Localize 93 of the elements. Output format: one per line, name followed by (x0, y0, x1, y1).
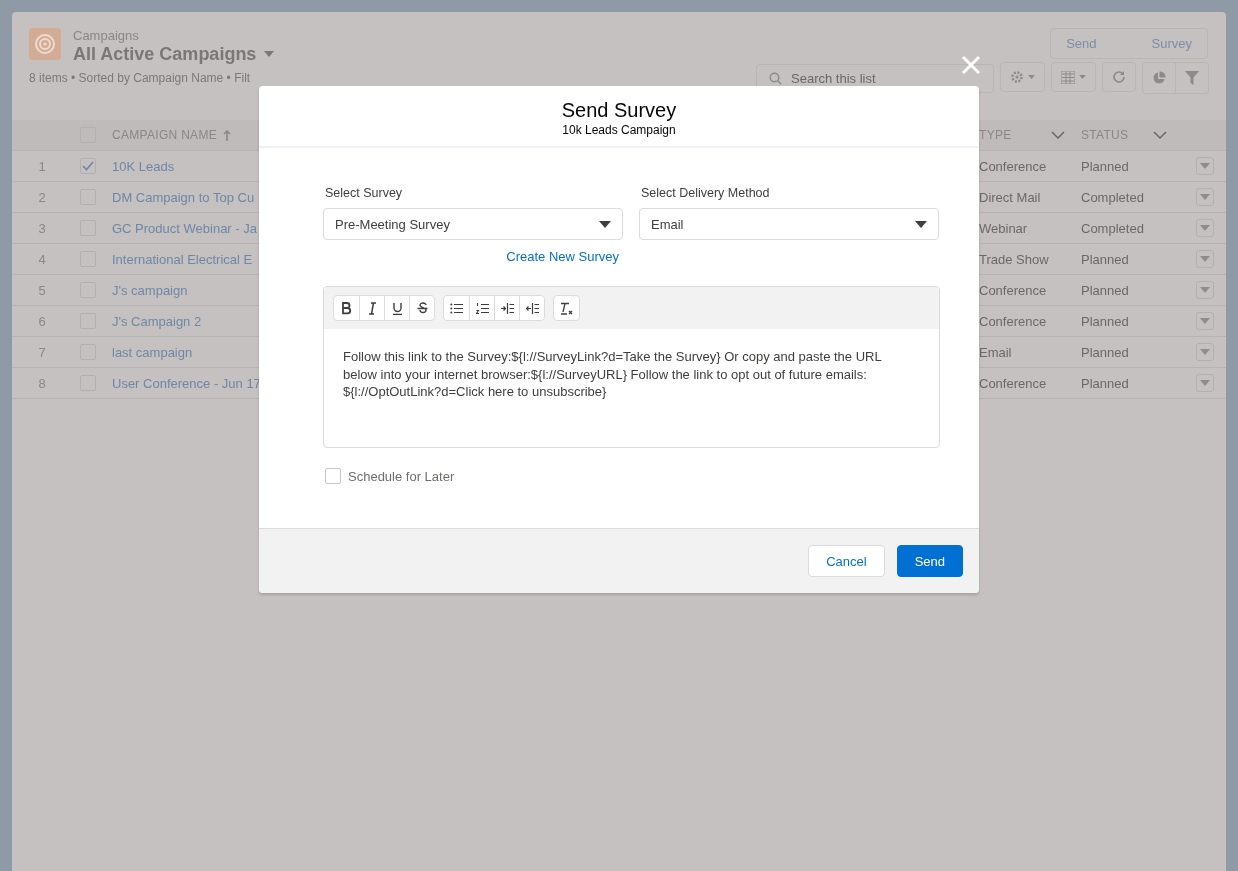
caret-icon (1200, 349, 1210, 355)
caret-icon (264, 51, 275, 57)
caret-icon (1200, 225, 1210, 231)
caret-icon (1200, 380, 1210, 386)
table-cell-text: Conference (979, 282, 1048, 298)
checkmark-icon (82, 161, 94, 171)
caret-icon (1200, 287, 1210, 293)
row-number: 8 (37, 375, 47, 391)
modal-subtitle: 10k Leads Campaign (562, 123, 676, 137)
bulleted-list-icon (450, 301, 463, 315)
cancel-button[interactable]: Cancel (808, 545, 885, 577)
table-cell-text: Conference (979, 375, 1048, 391)
field-label: Select Survey (324, 186, 404, 200)
table-cell-text: Direct Mail (979, 189, 1042, 205)
refresh-button[interactable] (1102, 62, 1136, 92)
table-cell-text: Conference (979, 313, 1048, 329)
table-cell-text: Planned (1081, 375, 1130, 391)
campaign-link[interactable]: J's campaign (112, 282, 188, 298)
chevron-icon[interactable] (1153, 131, 1167, 139)
row-number: 3 (37, 220, 47, 236)
row-number: 7 (37, 344, 47, 360)
row-number: 2 (37, 189, 47, 205)
campaign-link[interactable]: last campaign (112, 344, 193, 360)
sort-arrow-icon (223, 129, 232, 141)
list-view-picker[interactable]: All Active Campaigns (73, 43, 1039, 65)
modal-title: Send Survey (561, 98, 677, 123)
object-label: Campaigns (73, 28, 140, 43)
campaign-link[interactable]: 10K Leads (112, 158, 175, 174)
table-cell-text: Completed (1081, 220, 1145, 236)
numbered-list-icon (475, 301, 489, 315)
settings-icon (1010, 70, 1024, 84)
table-cell-text: Planned (1081, 158, 1130, 174)
row-number: 4 (37, 251, 47, 267)
row-menu-button[interactable] (1196, 219, 1214, 237)
outdent-icon (525, 301, 539, 315)
caret-icon (1200, 318, 1210, 324)
bold-icon (340, 301, 353, 315)
table-cell-text: Planned (1081, 344, 1130, 360)
table-cell-text: Planned (1081, 251, 1130, 267)
create-survey-link[interactable]: Create New Survey (506, 249, 619, 264)
display-as-table-button[interactable] (1051, 62, 1096, 92)
row-number: 5 (37, 282, 47, 298)
send-button[interactable]: Send (896, 545, 963, 577)
row-menu-button[interactable] (1196, 343, 1214, 361)
table-cell-text: Email (979, 344, 1013, 360)
campaign-link[interactable]: GC Product Webinar - Ja (112, 220, 257, 236)
select-field[interactable]: Pre-Meeting Survey (323, 208, 623, 240)
campaign-link[interactable]: International Electrical E (112, 251, 253, 267)
action-button[interactable]: Survey (1136, 29, 1207, 58)
table-cell-text: Completed (1081, 189, 1145, 205)
row-number: 1 (37, 158, 47, 174)
row-menu-button[interactable] (1196, 188, 1214, 206)
indent-icon (500, 301, 514, 315)
field-label: Select Delivery Method (640, 186, 771, 200)
search-icon (769, 71, 782, 85)
table-cell-text: Planned (1081, 282, 1130, 298)
rich-text-editor[interactable]: Follow this link to the Survey:${l://SurveyLink?d=Take the Survey} Or copy and paste the URL below into your internet browser:${l://SurveyURL} Follow the link to opt out of future emails: ${l://OptOutLink?d=Click here to unsubscribe} (323, 286, 940, 448)
campaign-link[interactable]: DM Campaign to Top Cu (112, 189, 255, 205)
caret-icon (599, 220, 611, 228)
refresh-icon (1112, 70, 1126, 84)
row-menu-button[interactable] (1196, 374, 1214, 392)
table-cell-text: Planned (1081, 313, 1130, 329)
checkbox[interactable] (325, 468, 341, 484)
pie-chart-icon (1152, 71, 1166, 85)
table-cell-text: Trade Show (979, 251, 1050, 267)
strikethrough-icon (415, 301, 429, 315)
caret-icon (915, 220, 927, 228)
row-number: 6 (37, 313, 47, 329)
caret-icon (1200, 163, 1210, 169)
row-menu-button[interactable] (1196, 250, 1214, 268)
action-button[interactable]: Send (1051, 29, 1137, 58)
select-field[interactable]: Email (639, 208, 939, 240)
list-summary: 8 items • Sorted by Campaign Name • Filt (29, 71, 252, 85)
settings-button[interactable] (1000, 62, 1045, 92)
campaign-link[interactable]: J's Campaign 2 (112, 313, 202, 329)
campaign-target-icon (29, 28, 61, 60)
caret-icon (1200, 194, 1210, 200)
caret-icon (1028, 75, 1035, 79)
checkbox-label: Schedule for Later (348, 468, 455, 484)
row-menu-button[interactable] (1196, 281, 1214, 299)
caret-icon (1079, 75, 1086, 79)
table-cell-text: Conference (979, 158, 1048, 174)
filter-icon (1185, 71, 1199, 85)
caret-icon (1200, 256, 1210, 262)
row-menu-button[interactable] (1196, 157, 1214, 175)
row-menu-button[interactable] (1196, 312, 1214, 330)
table-icon (1061, 70, 1075, 84)
clear-formatting-icon (560, 301, 573, 315)
chevron-icon[interactable] (1051, 131, 1065, 139)
table-cell-text: Webinar (979, 220, 1029, 236)
checkbox[interactable] (80, 158, 96, 174)
underline-icon (390, 301, 404, 315)
close-icon[interactable] (961, 55, 981, 75)
